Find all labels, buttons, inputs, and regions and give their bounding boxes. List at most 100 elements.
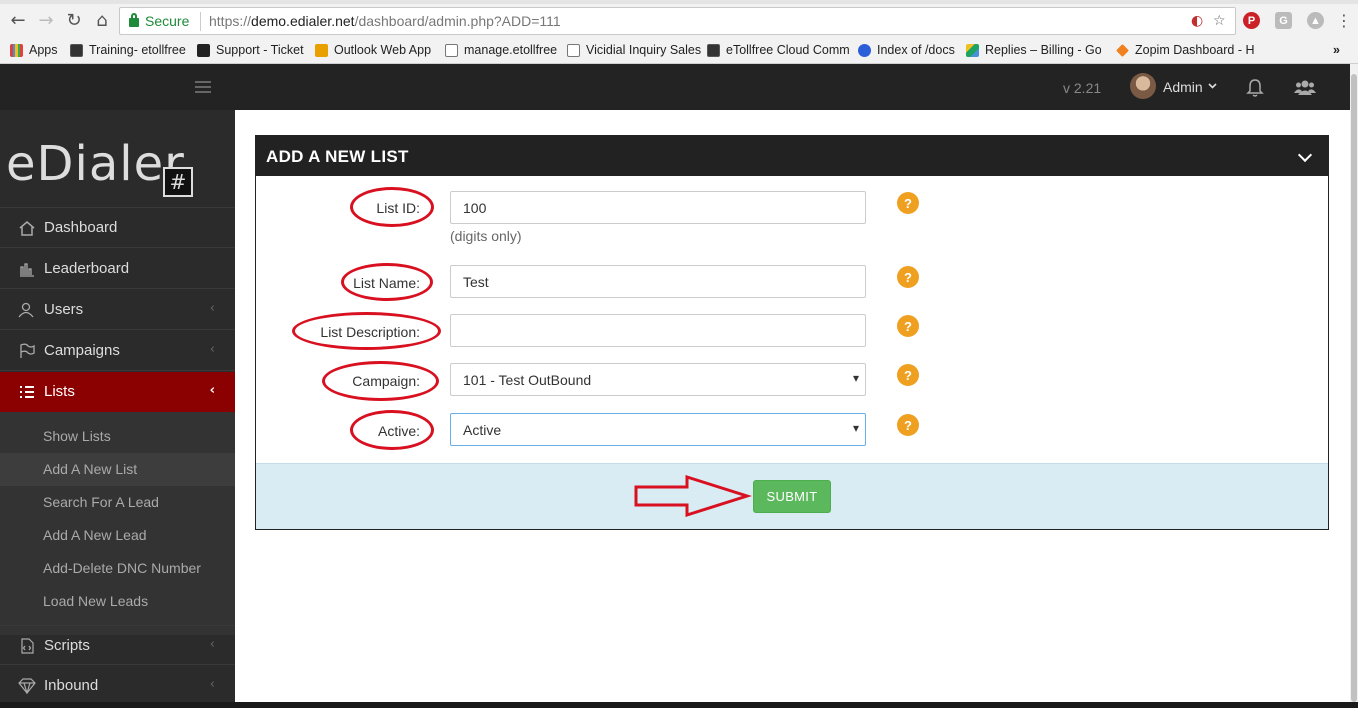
sidebar-item-dashboard[interactable]: Dashboard <box>0 208 235 248</box>
sidebar-item-inbound[interactable]: Inbound ‹ <box>0 666 235 706</box>
submenu-item-label: Load New Leads <box>43 593 149 609</box>
collapse-chevron-icon[interactable] <box>1297 147 1313 163</box>
diamond-icon <box>18 678 36 694</box>
home-icon[interactable]: ⌂ <box>90 8 114 32</box>
submenu-item-search-lead[interactable]: Search For A Lead <box>0 486 235 519</box>
bookmark-etollfree-cloud[interactable]: eTollfree Cloud Comm <box>707 41 854 59</box>
bookmark-manage[interactable]: manage.etollfree <box>445 41 557 59</box>
sidebar-item-lists[interactable]: Lists ‹ <box>0 372 235 412</box>
bookmark-index-docs[interactable]: Index of /docs <box>858 41 955 59</box>
list-id-input[interactable]: 100 <box>450 191 866 224</box>
bookmark-label: Support - Ticket <box>216 43 304 57</box>
active-selected-value: Active <box>463 422 502 438</box>
secure-label: Secure <box>145 13 190 29</box>
outlook-favicon-icon <box>315 43 328 57</box>
help-icon[interactable]: ? <box>897 266 919 288</box>
drive-extension-icon[interactable]: ▲ <box>1307 12 1324 29</box>
page-favicon-icon <box>567 43 580 57</box>
bookmark-outlook[interactable]: Outlook Web App <box>315 41 431 59</box>
campaign-label: Campaign: <box>352 373 420 389</box>
secure-indicator[interactable]: Secure <box>129 13 189 29</box>
campaign-select[interactable]: 101 - Test OutBound <box>450 363 866 396</box>
menu-toggle-icon[interactable] <box>195 81 211 93</box>
lock-icon <box>129 13 139 27</box>
list-name-input[interactable]: Test <box>450 265 866 298</box>
url-prefix: https:// <box>209 13 252 29</box>
help-icon[interactable]: ? <box>897 364 919 386</box>
bookmark-replies-billing[interactable]: Replies – Billing - Goo <box>966 41 1101 59</box>
version-label: v 2.21 <box>1063 80 1102 96</box>
submenu-item-label: Show Lists <box>43 428 111 444</box>
submenu-item-load-leads[interactable]: Load New Leads <box>0 585 235 618</box>
bell-icon[interactable] <box>1246 78 1264 98</box>
sidebar-item-label: Dashboard <box>44 219 118 236</box>
forward-icon[interactable]: → <box>34 8 58 32</box>
submenu-item-label: Add-Delete DNC Number <box>43 560 201 576</box>
list-id-hint: (digits only) <box>450 228 522 244</box>
submenu-item-add-new-list[interactable]: Add A New List <box>0 453 235 486</box>
logo[interactable]: eDialer # <box>0 110 235 208</box>
globe-favicon-icon <box>858 43 871 57</box>
bookmark-zopim[interactable]: Zopim Dashboard - H <box>1116 41 1259 59</box>
url-path: /dashboard/admin.php?ADD=111 <box>354 13 561 29</box>
lists-submenu: Show Lists Add A New List Search For A L… <box>0 412 235 635</box>
reload-icon[interactable]: ↻ <box>62 8 86 32</box>
bookmark-vicidial[interactable]: Vicidial Inquiry Sales <box>567 41 701 59</box>
help-icon[interactable]: ? <box>897 315 919 337</box>
bookmark-apps[interactable]: Apps <box>10 41 58 59</box>
bookmark-label: Index of /docs <box>877 43 955 57</box>
submenu-item-label: Search For A Lead <box>43 494 159 510</box>
site-favicon-icon <box>707 43 720 57</box>
sidebar-item-users[interactable]: Users ‹ <box>0 290 235 330</box>
avatar[interactable] <box>1130 73 1156 99</box>
submenu-item-label: Add A New Lead <box>43 527 147 543</box>
submenu-item-add-new-lead[interactable]: Add A New Lead <box>0 519 235 552</box>
blocked-popup-icon[interactable]: ◐ <box>1191 13 1203 29</box>
list-name-label: List Name: <box>353 275 420 291</box>
site-favicon-icon <box>70 43 83 57</box>
back-icon[interactable]: ← <box>6 8 30 32</box>
sidebar-item-scripts[interactable]: Scripts ‹ <box>0 625 235 665</box>
page-scrollbar[interactable] <box>1350 64 1358 708</box>
hash-favicon-icon <box>197 43 210 57</box>
sidebar-item-label: Inbound <box>44 677 99 694</box>
bookmark-support[interactable]: Support - Ticket <box>197 41 304 59</box>
chevron-down-icon[interactable] <box>1208 83 1217 89</box>
campaign-selected-value: 101 - Test OutBound <box>463 372 592 388</box>
submenu-item-show-lists[interactable]: Show Lists <box>0 420 235 453</box>
active-label: Active: <box>377 423 420 439</box>
bookmark-star-icon[interactable]: ☆ <box>1213 13 1226 29</box>
pinterest-icon[interactable]: P <box>1243 12 1260 29</box>
bookmark-label: Outlook Web App <box>334 43 432 57</box>
bookmark-label: manage.etollfree <box>464 43 558 57</box>
help-icon[interactable]: ? <box>897 414 919 436</box>
bookmark-label: Zopim Dashboard - H <box>1135 43 1255 57</box>
sidebar-item-campaigns[interactable]: Campaigns ‹ <box>0 331 235 371</box>
bookmarks-overflow-button[interactable]: » <box>1333 41 1340 59</box>
sidebar-item-label: Campaigns <box>44 342 120 359</box>
submenu-item-dnc-number[interactable]: Add-Delete DNC Number <box>0 552 235 585</box>
grammarly-icon[interactable]: G <box>1275 12 1292 29</box>
help-icon[interactable]: ? <box>897 192 919 214</box>
logo-mark-icon: # <box>163 167 193 197</box>
sidebar-item-leaderboard[interactable]: Leaderboard <box>0 249 235 289</box>
bookmark-label: eTollfree Cloud Comm <box>726 43 850 57</box>
list-id-label: List ID: <box>376 200 420 216</box>
bookmark-label: Vicidial Inquiry Sales <box>586 43 702 57</box>
list-description-input[interactable] <box>450 314 866 347</box>
browser-menu-icon[interactable]: ⋮ <box>1332 8 1356 32</box>
url-text[interactable]: https://demo.edialer.net/dashboard/admin… <box>209 13 561 29</box>
submit-button[interactable]: SUBMIT <box>753 480 831 513</box>
scrollbar-thumb[interactable] <box>1351 74 1357 702</box>
active-select[interactable]: Active <box>450 413 866 446</box>
user-menu-label[interactable]: Admin <box>1163 79 1203 95</box>
bookmark-training[interactable]: Training- etollfree <box>70 41 186 59</box>
bookmark-label: Replies – Billing - Goo <box>985 43 1101 57</box>
annotation-arrow-icon <box>634 474 752 518</box>
users-group-icon[interactable] <box>1294 78 1316 98</box>
chevron-left-icon: ‹ <box>209 301 215 316</box>
bookmarks-bar: Apps Training- etollfree Support - Ticke… <box>0 38 1358 63</box>
browser-chrome: ← → ↻ ⌂ Secure https://demo.edialer.net/… <box>0 0 1358 64</box>
sidebar: eDialer # Dashboard Leaderboard Users ‹ … <box>0 110 235 708</box>
address-bar[interactable]: Secure https://demo.edialer.net/dashboar… <box>119 7 1236 35</box>
